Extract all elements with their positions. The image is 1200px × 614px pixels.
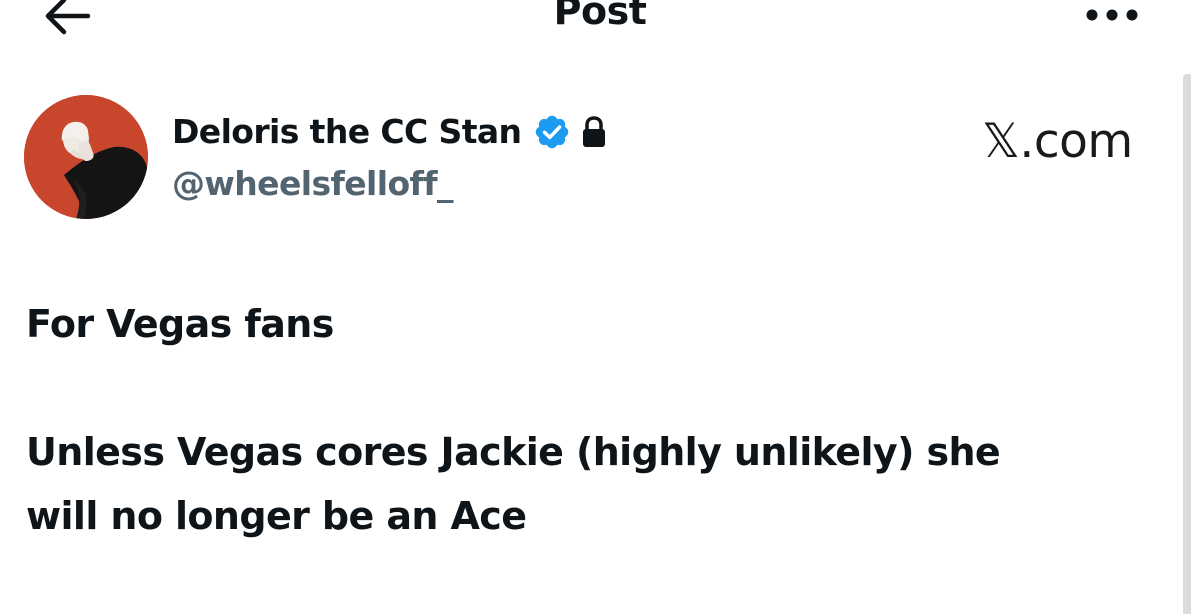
post-paragraph-gap — [26, 356, 1166, 420]
x-logo-letter: 𝕏 — [982, 114, 1020, 169]
more-dots-icon[interactable] — [1080, 4, 1144, 26]
avatar-photo — [24, 95, 148, 219]
x-com-watermark: 𝕏 .com — [982, 112, 1133, 172]
post-text: For Vegas fans Unless Vegas cores Jackie… — [26, 292, 1166, 548]
author-handle[interactable]: @wheelsfelloff_ — [172, 162, 454, 206]
author-name-row: Deloris the CC Stan — [172, 108, 609, 156]
post-text-line: Unless Vegas cores Jackie (highly unlike… — [26, 430, 1001, 474]
avatar[interactable] — [24, 95, 148, 219]
scrollbar[interactable] — [1183, 74, 1191, 614]
top-bar: Post — [0, 0, 1200, 45]
author-display-name[interactable]: Deloris the CC Stan — [172, 108, 522, 156]
watermark-domain: .com — [1019, 114, 1133, 169]
post-text-line: For Vegas fans — [26, 302, 334, 346]
page-title: Post — [553, 0, 647, 33]
verified-badge-icon[interactable] — [533, 113, 571, 151]
lock-icon — [583, 116, 606, 147]
post-text-line: will no longer be an Ace — [26, 494, 527, 538]
